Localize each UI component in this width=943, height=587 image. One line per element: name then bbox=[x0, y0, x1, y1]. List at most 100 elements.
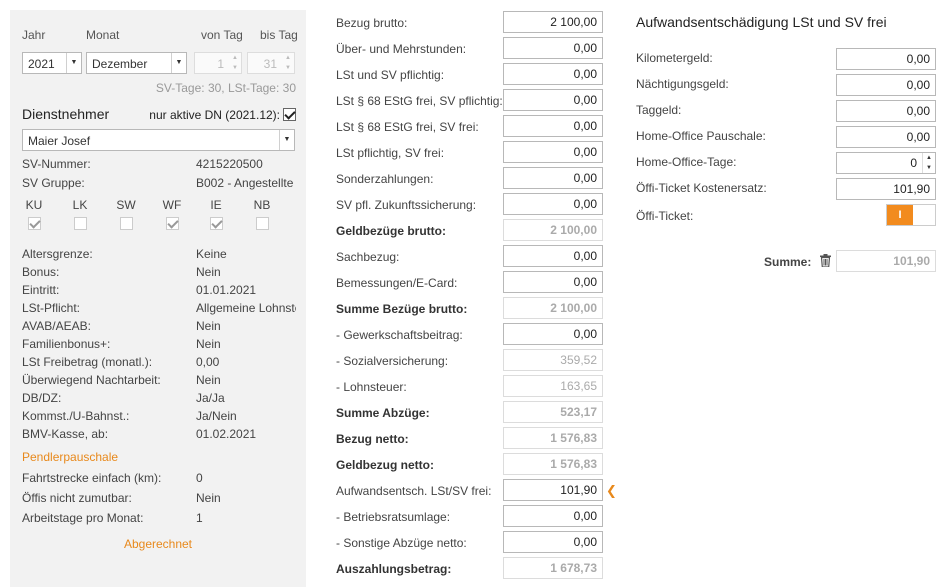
von-tag-stepper: 1 ▲ ▼ bbox=[194, 52, 242, 74]
aufwand-row-value[interactable]: 0 ▲ ▼ bbox=[836, 152, 936, 174]
bezug-row-value: 2 100,00 bbox=[503, 219, 603, 241]
status-badge: Abgerechnet bbox=[123, 537, 193, 551]
pendler-value: Nein bbox=[196, 491, 221, 505]
detail-value: Ja/Nein bbox=[196, 409, 237, 423]
nur-aktive-dn-toggle[interactable]: nur aktive DN (2021.12): bbox=[149, 108, 296, 122]
detail-label: Altersgrenze: bbox=[22, 247, 93, 261]
detail-value: 01.01.2021 bbox=[196, 283, 257, 297]
aufwand-row-label: Home-Office Pauschale: bbox=[636, 129, 766, 143]
pendler-value: 1 bbox=[196, 511, 203, 525]
aufwand-row-label: Home-Office-Tage: bbox=[636, 155, 737, 169]
summe-value: 101,90 bbox=[836, 250, 936, 272]
flag-ku-checkbox bbox=[28, 217, 41, 230]
bezug-row-value: 1 576,83 bbox=[503, 427, 603, 449]
bezug-row-label: Bezug brutto: bbox=[336, 16, 408, 30]
bezug-row-label: - Sozialversicherung: bbox=[336, 354, 449, 368]
chevron-down-icon[interactable]: ▼ bbox=[66, 53, 81, 73]
bezug-row-value[interactable]: 0,00 bbox=[503, 141, 603, 163]
bezug-row-label: LSt § 68 EStG frei, SV frei: bbox=[336, 120, 479, 134]
bezug-row-value[interactable]: 0,00 bbox=[503, 37, 603, 59]
detail-label: LSt Freibetrag (monatl.): bbox=[22, 355, 153, 369]
aufwand-row-label: Nächtigungsgeld: bbox=[636, 77, 729, 91]
detail-label: Überwiegend Nachtarbeit: bbox=[22, 373, 161, 387]
detail-label: Bonus: bbox=[22, 265, 60, 279]
aufwand-row-label: Öffi-Ticket Kostenersatz: bbox=[636, 181, 767, 195]
bezug-row-value[interactable]: 0,00 bbox=[503, 271, 603, 293]
pendler-label: Fahrtstrecke einfach (km): bbox=[22, 471, 162, 485]
aufwand-row-value[interactable]: 0,00 bbox=[836, 100, 936, 122]
aufwand-row-value[interactable]: 101,90 bbox=[836, 178, 936, 200]
monat-select[interactable]: Dezember ▼ bbox=[86, 52, 187, 74]
bezug-row-label: - Betriebsratsumlage: bbox=[336, 510, 451, 524]
trash-icon[interactable] bbox=[820, 254, 831, 267]
bis-tag-stepper: 31 ▲ ▼ bbox=[247, 52, 295, 74]
stepper-arrows-icon[interactable]: ▲ ▼ bbox=[922, 153, 935, 173]
bezug-row-label: LSt pflichtig, SV frei: bbox=[336, 146, 445, 160]
aufwand-row-value[interactable]: 0,00 bbox=[836, 48, 936, 70]
pendler-label: Öffis nicht zumutbar: bbox=[22, 491, 132, 505]
detail-value: Nein bbox=[196, 265, 221, 279]
jahr-select[interactable]: 2021 ▼ bbox=[22, 52, 82, 74]
detail-value: 01.02.2021 bbox=[196, 427, 257, 441]
bezug-row-label: Aufwandsentsch. LSt/SV frei: bbox=[336, 484, 492, 498]
dienstnehmer-title: Dienstnehmer bbox=[22, 106, 110, 122]
bezug-row-value[interactable]: 0,00 bbox=[503, 505, 603, 527]
detail-value: Nein bbox=[196, 337, 221, 351]
bezug-row-value[interactable]: 2 100,00 bbox=[503, 11, 603, 33]
bezug-row-value[interactable]: 0,00 bbox=[503, 115, 603, 137]
bezug-row-value[interactable]: 0,00 bbox=[503, 193, 603, 215]
bezug-row-label: SV pfl. Zukunftssicherung: bbox=[336, 198, 477, 212]
bezug-row-value[interactable]: 101,90 bbox=[503, 479, 603, 501]
oeffi-ticket-label: Öffi-Ticket: bbox=[636, 209, 694, 223]
aufwand-row-label: Kilometergeld: bbox=[636, 51, 713, 65]
dienstnehmer-select[interactable]: Maier Josef ▼ bbox=[22, 129, 295, 151]
bezug-row-value[interactable]: 0,00 bbox=[503, 167, 603, 189]
bezug-row-value: 163,65 bbox=[503, 375, 603, 397]
bezug-row-label: LSt § 68 EStG frei, SV pflichtig: bbox=[336, 94, 503, 108]
bezug-row-label: - Sonstige Abzüge netto: bbox=[336, 536, 467, 550]
detail-value: Nein bbox=[196, 373, 221, 387]
aufwand-row-label: Taggeld: bbox=[636, 103, 682, 117]
monat-label: Monat bbox=[86, 28, 120, 42]
bezug-row-label: LSt und SV pflichtig: bbox=[336, 68, 445, 82]
stepper-arrows-icon: ▲ ▼ bbox=[232, 55, 238, 71]
bezug-row-label: Über- und Mehrstunden: bbox=[336, 42, 467, 56]
chevron-left-icon[interactable]: ❮ bbox=[606, 483, 617, 499]
aufwand-row-value[interactable]: 0,00 bbox=[836, 74, 936, 96]
bezug-row-value[interactable]: 0,00 bbox=[503, 63, 603, 85]
pendler-value: 0 bbox=[196, 471, 203, 485]
detail-value: 0,00 bbox=[196, 355, 220, 369]
flag-ie-checkbox bbox=[210, 217, 223, 230]
bezug-row-label: Summe Abzüge: bbox=[336, 406, 430, 420]
flag-label: IE bbox=[210, 198, 222, 212]
aufwand-row-value[interactable]: 0,00 bbox=[836, 126, 936, 148]
bezug-row-label: Summe Bezüge brutto: bbox=[336, 302, 468, 316]
aufwand-title: Aufwandsentschädigung LSt und SV frei bbox=[636, 14, 887, 30]
chevron-down-icon[interactable]: ▼ bbox=[171, 53, 186, 73]
bezug-row-value[interactable]: 0,00 bbox=[503, 323, 603, 345]
bezug-row-value[interactable]: 0,00 bbox=[503, 89, 603, 111]
tage-info: SV-Tage: 30, LSt-Tage: 30 bbox=[155, 81, 296, 95]
bezug-row-value[interactable]: 0,00 bbox=[503, 531, 603, 553]
check-icon[interactable] bbox=[283, 108, 296, 121]
bezug-row-value: 523,17 bbox=[503, 401, 603, 423]
chevron-down-icon[interactable]: ▼ bbox=[279, 130, 294, 150]
pendlerpauschale-title: Pendlerpauschale bbox=[22, 450, 119, 464]
bezug-row-label: - Gewerkschaftsbeitrag: bbox=[336, 328, 463, 342]
bezug-row-value[interactable]: 0,00 bbox=[503, 245, 603, 267]
pendler-label: Arbeitstage pro Monat: bbox=[22, 511, 144, 525]
bezug-row-label: Bezug netto: bbox=[336, 432, 409, 446]
oeffi-ticket-toggle[interactable]: I bbox=[886, 204, 936, 226]
flag-wf-checkbox bbox=[166, 217, 179, 230]
detail-value: Allgemeine Lohnsteuer bbox=[196, 301, 296, 315]
detail-label: AVAB/AEAB: bbox=[22, 319, 91, 333]
bis-tag-label: bis Tag bbox=[260, 28, 298, 42]
bezug-row-value: 1 678,73 bbox=[503, 557, 603, 579]
bezug-row-label: Sachbezug: bbox=[336, 250, 400, 264]
bezug-row-label: - Lohnsteuer: bbox=[336, 380, 407, 394]
detail-value: Ja/Ja bbox=[196, 391, 225, 405]
detail-label: Familienbonus+: bbox=[22, 337, 111, 351]
sv-gruppe-value: B002 - Angestellte bbox=[196, 176, 294, 190]
sv-nummer-value: 4215220500 bbox=[196, 157, 263, 171]
bezug-row-label: Bemessungen/E-Card: bbox=[336, 276, 458, 290]
